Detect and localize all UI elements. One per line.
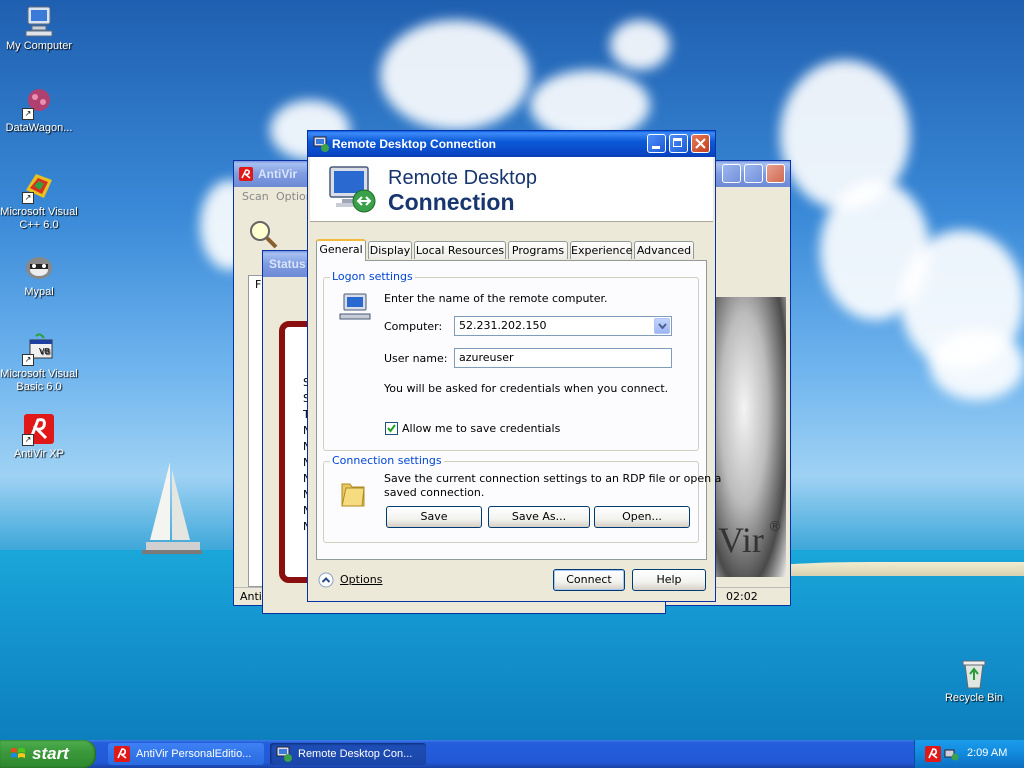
start-button[interactable]: start bbox=[0, 740, 96, 768]
logon-settings-label: Logon settings bbox=[330, 270, 415, 283]
desktop-icon-label: Mypal bbox=[24, 286, 54, 298]
taskbar: start AntiVir PersonalEditio... Remote D… bbox=[0, 740, 1024, 768]
desktop-icon-my-computer[interactable]: My Computer bbox=[0, 4, 81, 53]
remote-desktop-icon bbox=[276, 746, 292, 762]
computer-value: 52.231.202.150 bbox=[459, 319, 547, 332]
connection-settings-label: Connection settings bbox=[330, 454, 444, 467]
antivir-logo-reg: ® bbox=[768, 519, 782, 535]
save-credentials-label[interactable]: Allow me to save credentials bbox=[402, 422, 560, 435]
antivir-icon bbox=[114, 746, 130, 762]
desktop-icon-label: DataWagon... bbox=[5, 122, 73, 134]
my-computer-icon bbox=[25, 6, 53, 37]
antivir-status-time: 02:02 bbox=[726, 590, 758, 603]
tab-display[interactable]: Display bbox=[368, 241, 412, 259]
desktop-icon-recycle-bin[interactable]: Recycle Bin bbox=[932, 656, 1016, 705]
general-tab-panel: Logon settings Enter the name of the rem… bbox=[316, 260, 721, 560]
antivir-close-button[interactable] bbox=[766, 164, 785, 183]
open-button[interactable]: Open... bbox=[594, 506, 690, 528]
taskbar-button-antivir[interactable]: AntiVir PersonalEditio... bbox=[108, 743, 264, 765]
antivir-minimize-button[interactable] bbox=[722, 164, 741, 183]
taskbar-button-remote-desktop[interactable]: Remote Desktop Con... bbox=[270, 743, 426, 765]
windows-logo-icon bbox=[11, 748, 25, 758]
svg-text:VB: VB bbox=[39, 347, 50, 356]
rdc-minimize-button[interactable] bbox=[647, 134, 666, 153]
system-tray: 2:09 AM bbox=[914, 740, 1024, 768]
remote-desktop-window[interactable]: Remote Desktop Connection Remote Desktop… bbox=[307, 130, 721, 602]
rdc-title: Remote Desktop Connection bbox=[332, 137, 497, 151]
recycle-bin-icon bbox=[962, 660, 986, 689]
help-button[interactable]: Help bbox=[632, 569, 706, 591]
tab-local-resources[interactable]: Local Resources bbox=[414, 241, 506, 259]
connection-text-line2: saved connection. bbox=[384, 486, 485, 499]
save-credentials-checkbox[interactable] bbox=[385, 422, 398, 435]
rdc-maximize-button[interactable] bbox=[669, 134, 688, 153]
save-as-button[interactable]: Save As... bbox=[488, 506, 590, 528]
close-icon bbox=[695, 138, 706, 149]
magnifier-icon bbox=[250, 221, 278, 249]
desktop-icon-label: AntiVir XP bbox=[14, 448, 64, 460]
computer-icon bbox=[339, 293, 371, 320]
clock[interactable]: 2:09 AM bbox=[967, 747, 1007, 759]
connect-button[interactable]: Connect bbox=[553, 569, 625, 591]
credentials-note: You will be asked for credentials when y… bbox=[384, 382, 669, 395]
chevron-circle-up-icon bbox=[318, 572, 334, 588]
status-title: Status bbox=[269, 257, 306, 271]
antivir-tray-icon[interactable] bbox=[925, 746, 941, 762]
rdc-banner: Remote Desktop Connection bbox=[310, 157, 713, 222]
folder-icon bbox=[341, 483, 365, 507]
rdc-banner-line2: Connection bbox=[388, 189, 515, 215]
antivir-maximize-button[interactable] bbox=[744, 164, 763, 183]
username-value: azureuser bbox=[459, 351, 514, 364]
start-label: start bbox=[32, 744, 69, 763]
desktop-icon-visual-cpp[interactable]: ↗ Microsoft Visual C++ 6.0 bbox=[0, 170, 81, 232]
antivir-title: AntiVir bbox=[258, 167, 298, 181]
antivir-title-icon bbox=[239, 167, 253, 181]
connection-settings-group: Connection settings Save the current con… bbox=[323, 454, 721, 543]
chevron-down-icon bbox=[658, 323, 667, 329]
antivir-logo-text: Vir bbox=[718, 520, 764, 560]
computer-combobox[interactable]: 52.231.202.150 bbox=[454, 316, 672, 336]
mypal-icon bbox=[26, 257, 52, 279]
tab-advanced[interactable]: Advanced bbox=[634, 241, 694, 259]
network-tray-icon[interactable] bbox=[943, 746, 959, 762]
menu-scan[interactable]: Scan bbox=[242, 188, 269, 206]
checkmark-icon bbox=[387, 424, 396, 433]
rdc-close-button[interactable] bbox=[691, 134, 710, 153]
username-label: User name: bbox=[384, 352, 448, 365]
logon-intro-text: Enter the name of the remote computer. bbox=[384, 292, 608, 305]
desktop-icon-mypal[interactable]: Mypal bbox=[0, 250, 81, 299]
computer-label: Computer: bbox=[384, 320, 443, 333]
antivir-left-letter: F bbox=[255, 278, 262, 291]
remote-desktop-logo-icon bbox=[329, 166, 376, 213]
desktop-icon-label: Recycle Bin bbox=[944, 692, 1004, 704]
desktop-icon-antivir[interactable]: ↗ AntiVir XP bbox=[0, 412, 81, 461]
tab-programs[interactable]: Programs bbox=[508, 241, 568, 259]
tab-experience[interactable]: Experience bbox=[570, 241, 632, 259]
connection-text-line1: Save the current connection settings to … bbox=[384, 472, 722, 485]
desktop-icon-label: Microsoft Visual Basic 6.0 bbox=[0, 368, 78, 393]
options-label: Options bbox=[340, 573, 383, 586]
rdc-titlebar[interactable]: Remote Desktop Connection bbox=[308, 131, 715, 157]
antivir-logo-panel: Vir ® bbox=[716, 297, 786, 577]
computer-dropdown-button[interactable] bbox=[654, 318, 670, 334]
logon-settings-group: Logon settings Enter the name of the rem… bbox=[323, 270, 699, 451]
desktop-icon-label: My Computer bbox=[5, 40, 73, 52]
desktop-icon-label: Microsoft Visual C++ 6.0 bbox=[0, 206, 78, 231]
tab-general[interactable]: General bbox=[316, 239, 366, 261]
desktop-icon-datawagon[interactable]: ↗ DataWagon... bbox=[0, 86, 81, 135]
desktop-icon-visual-basic[interactable]: VB ↗ Microsoft Visual Basic 6.0 bbox=[0, 332, 81, 394]
taskbar-button-label: Remote Desktop Con... bbox=[298, 748, 413, 760]
rdc-title-icon bbox=[313, 136, 329, 152]
rdc-banner-line1: Remote Desktop bbox=[388, 167, 537, 189]
save-button[interactable]: Save bbox=[386, 506, 482, 528]
taskbar-button-label: AntiVir PersonalEditio... bbox=[136, 748, 252, 760]
username-input[interactable]: azureuser bbox=[454, 348, 672, 368]
